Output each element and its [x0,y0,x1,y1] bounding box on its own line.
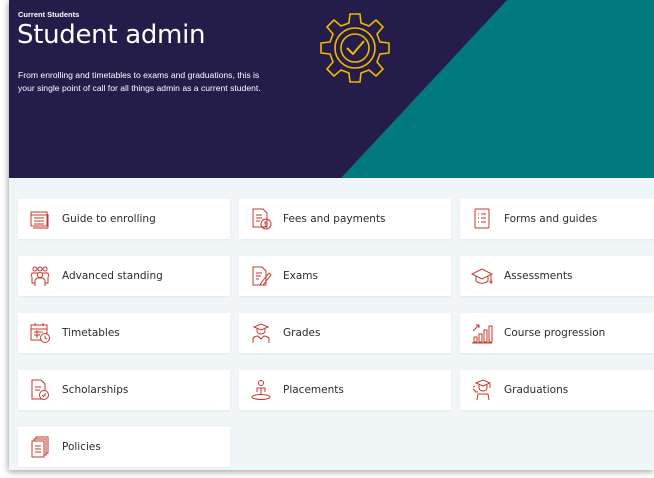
card-assessments[interactable]: Assessments [460,256,654,296]
card-course-progression[interactable]: Course progression [460,313,654,353]
card-label: Scholarships [62,384,129,396]
gear-check-icon [320,13,390,83]
graduate-person-icon [250,322,272,344]
card-timetables[interactable]: Timetables [18,313,230,353]
bar-chart-arrow-icon [471,322,493,344]
graduate-celebration-icon [471,379,493,401]
card-label: Graduations [504,384,569,396]
card-label: Guide to enrolling [62,213,156,225]
card-label: Advanced standing [62,270,163,282]
card-fees-and-payments[interactable]: Fees and payments [239,199,451,239]
document-list-icon [471,208,493,230]
calendar-clock-icon [29,322,51,344]
card-policies[interactable]: Policies [18,427,230,467]
person-location-icon [250,379,272,401]
people-group-icon [29,265,51,287]
invoice-dollar-icon [250,208,272,230]
hero-description: From enrolling and timetables to exams a… [18,70,261,93]
card-label: Exams [283,270,318,282]
admin-links-grid: Guide to enrolling Fees and payments For… [9,178,654,470]
card-label: Timetables [62,327,120,339]
card-guide-to-enrolling[interactable]: Guide to enrolling [18,199,230,239]
card-graduations[interactable]: Graduations [460,370,654,410]
hero-eyebrow: Current Students [18,10,80,19]
card-label: Placements [283,384,344,396]
card-label: Assessments [504,270,573,282]
page-frame: Current Students Student admin From enro… [9,0,654,470]
calendar-list-icon [29,208,51,230]
graduation-cap-icon [471,265,493,287]
card-label: Grades [283,327,321,339]
card-label: Course progression [504,327,606,339]
page-title: Student admin [17,20,206,50]
card-label: Policies [62,441,101,453]
card-scholarships[interactable]: Scholarships [18,370,230,410]
card-label: Fees and payments [283,213,386,225]
document-check-icon [29,379,51,401]
hero-banner: Current Students Student admin From enro… [9,0,654,178]
card-grades[interactable]: Grades [239,313,451,353]
card-placements[interactable]: Placements [239,370,451,410]
card-advanced-standing[interactable]: Advanced standing [18,256,230,296]
exam-pencil-icon [250,265,272,287]
card-forms-and-guides[interactable]: Forms and guides [460,199,654,239]
card-exams[interactable]: Exams [239,256,451,296]
stacked-documents-icon [29,436,51,458]
card-label: Forms and guides [504,213,598,225]
